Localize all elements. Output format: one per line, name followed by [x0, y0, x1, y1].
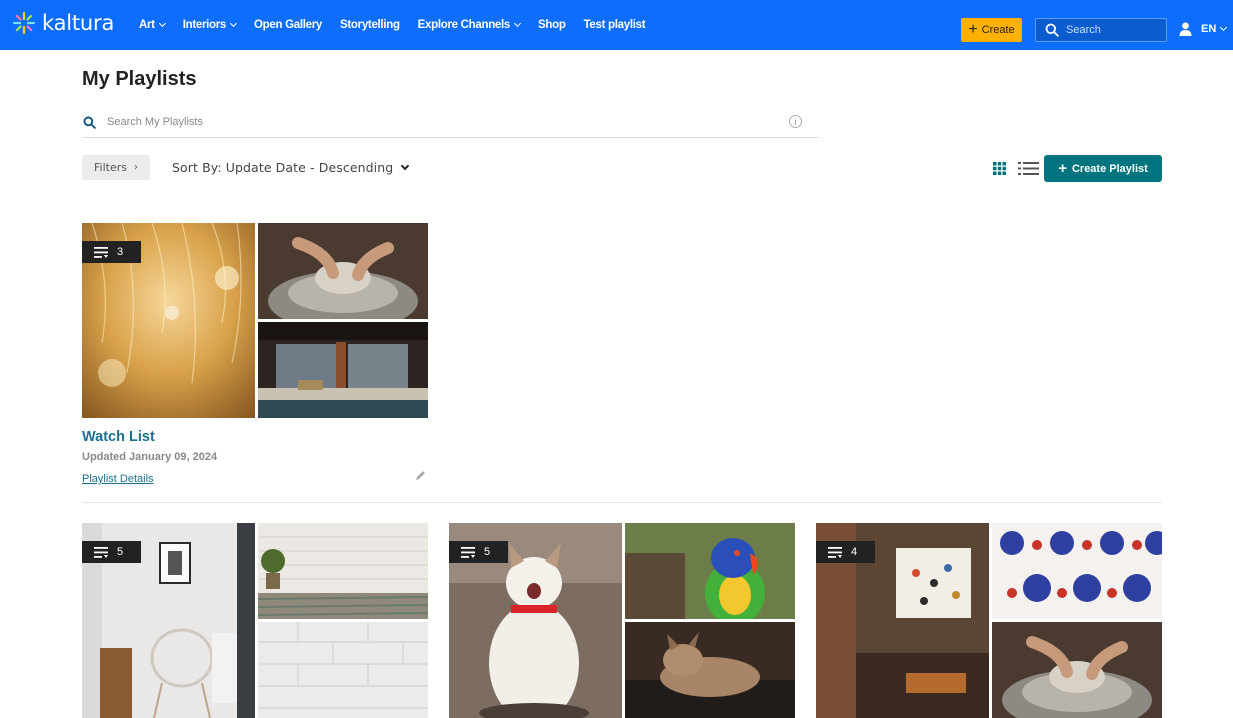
playlist-card[interactable]: 5: [449, 523, 795, 718]
playlist-search-input[interactable]: Search My Playlists i: [82, 107, 819, 138]
playlist-icon: [94, 546, 108, 558]
info-icon[interactable]: i: [789, 115, 802, 128]
search-icon: [83, 116, 96, 129]
nav-item-art[interactable]: Art: [139, 19, 166, 31]
section-divider: [82, 502, 1162, 503]
language-label: EN: [1201, 23, 1217, 35]
chevron-down-icon: [1220, 23, 1228, 32]
nav-label: Explore Channels: [417, 19, 511, 31]
user-icon[interactable]: [1179, 22, 1192, 36]
playlist-updated-date: Updated January 09, 2024: [82, 451, 218, 463]
thumbnail-pottery[interactable]: [258, 223, 428, 319]
language-selector[interactable]: EN: [1201, 23, 1228, 35]
nav-item-explore-channels[interactable]: Explore Channels: [417, 19, 522, 31]
playlist-count: 5: [484, 546, 491, 558]
playlist-card[interactable]: 4: [816, 523, 1162, 718]
playlist-thumbnails[interactable]: 5: [82, 523, 428, 718]
thumbnail-brick-wall-plant[interactable]: [258, 523, 428, 619]
search-placeholder: Search: [1066, 24, 1101, 36]
nav-label: Shop: [538, 19, 566, 31]
create-label: Create: [981, 24, 1015, 36]
nav-item-shop[interactable]: Shop: [538, 19, 566, 31]
main-nav: Art Interiors Open Gallery Storytelling …: [139, 0, 663, 50]
nav-label: Art: [139, 19, 155, 31]
edit-pencil-icon[interactable]: [414, 470, 426, 482]
playlist-icon: [94, 246, 108, 258]
playlist-thumbnails[interactable]: 3: [82, 223, 428, 418]
nav-item-test-playlist[interactable]: Test playlist: [584, 19, 646, 31]
plus-icon: +: [968, 21, 978, 38]
playlist-count-badge: 4: [816, 541, 875, 563]
playlist-count: 4: [851, 546, 858, 558]
list-view-icon[interactable]: [1018, 161, 1039, 176]
thumbnail-tabby-cat[interactable]: [625, 622, 795, 718]
filters-label: Filters: [94, 161, 127, 174]
playlist-count-badge: 5: [449, 541, 508, 563]
nav-item-open-gallery[interactable]: Open Gallery: [254, 19, 322, 31]
grid-view-icon[interactable]: [993, 162, 1006, 175]
kaltura-logo-icon: [12, 11, 36, 35]
create-button[interactable]: + Create: [961, 18, 1022, 42]
playlist-count: 3: [117, 246, 124, 258]
nav-label: Open Gallery: [254, 19, 323, 31]
global-search-input[interactable]: Search: [1035, 18, 1167, 42]
thumbnail-white-brick[interactable]: [258, 622, 428, 718]
page-title: My Playlists: [82, 68, 197, 90]
create-playlist-button[interactable]: + Create Playlist: [1044, 155, 1162, 182]
chevron-right-icon: ›: [133, 162, 138, 173]
thumbnail-patterned-tiles[interactable]: [992, 523, 1162, 619]
thumbnail-patio[interactable]: [258, 322, 428, 418]
playlist-details-link[interactable]: Playlist Details: [82, 473, 154, 485]
playlist-card[interactable]: 3: [82, 223, 428, 418]
filters-button[interactable]: Filters ›: [82, 155, 150, 180]
create-playlist-label: Create Playlist: [1071, 162, 1148, 175]
playlist-count-badge: 3: [82, 241, 141, 263]
nav-label: Interiors: [182, 19, 227, 31]
playlist-title[interactable]: Watch List: [82, 429, 155, 445]
playlist-card[interactable]: 5: [82, 523, 428, 718]
chevron-down-icon: [401, 161, 410, 170]
nav-item-interiors[interactable]: Interiors: [182, 19, 238, 31]
playlist-count: 5: [117, 546, 124, 558]
playlist-thumbnails[interactable]: 5: [449, 523, 795, 718]
thumbnail-pottery[interactable]: [992, 622, 1162, 718]
search-icon: [1045, 23, 1059, 37]
playlist-icon: [828, 546, 842, 558]
plus-icon: +: [1058, 160, 1067, 177]
nav-label: Storytelling: [340, 19, 400, 31]
thumbnail-parrot[interactable]: [625, 523, 795, 619]
sort-dropdown[interactable]: Sort By: Update Date - Descending: [172, 160, 410, 175]
chevron-down-icon: [158, 19, 166, 28]
sort-label: Sort By: Update Date - Descending: [172, 160, 394, 175]
playlist-count-badge: 5: [82, 541, 141, 563]
chevron-down-icon: [229, 19, 238, 28]
chevron-down-icon: [513, 19, 522, 28]
playlist-icon: [461, 546, 475, 558]
playlist-thumbnails[interactable]: 4: [816, 523, 1162, 718]
playlist-search-placeholder: Search My Playlists: [107, 116, 203, 128]
nav-label: Test playlist: [583, 19, 646, 31]
top-navigation-bar: kaltura Art Interiors Open Gallery Story…: [0, 0, 1233, 50]
brand-name: kaltura: [42, 11, 115, 35]
nav-item-storytelling[interactable]: Storytelling: [340, 19, 400, 31]
kaltura-logo[interactable]: kaltura: [12, 11, 114, 35]
